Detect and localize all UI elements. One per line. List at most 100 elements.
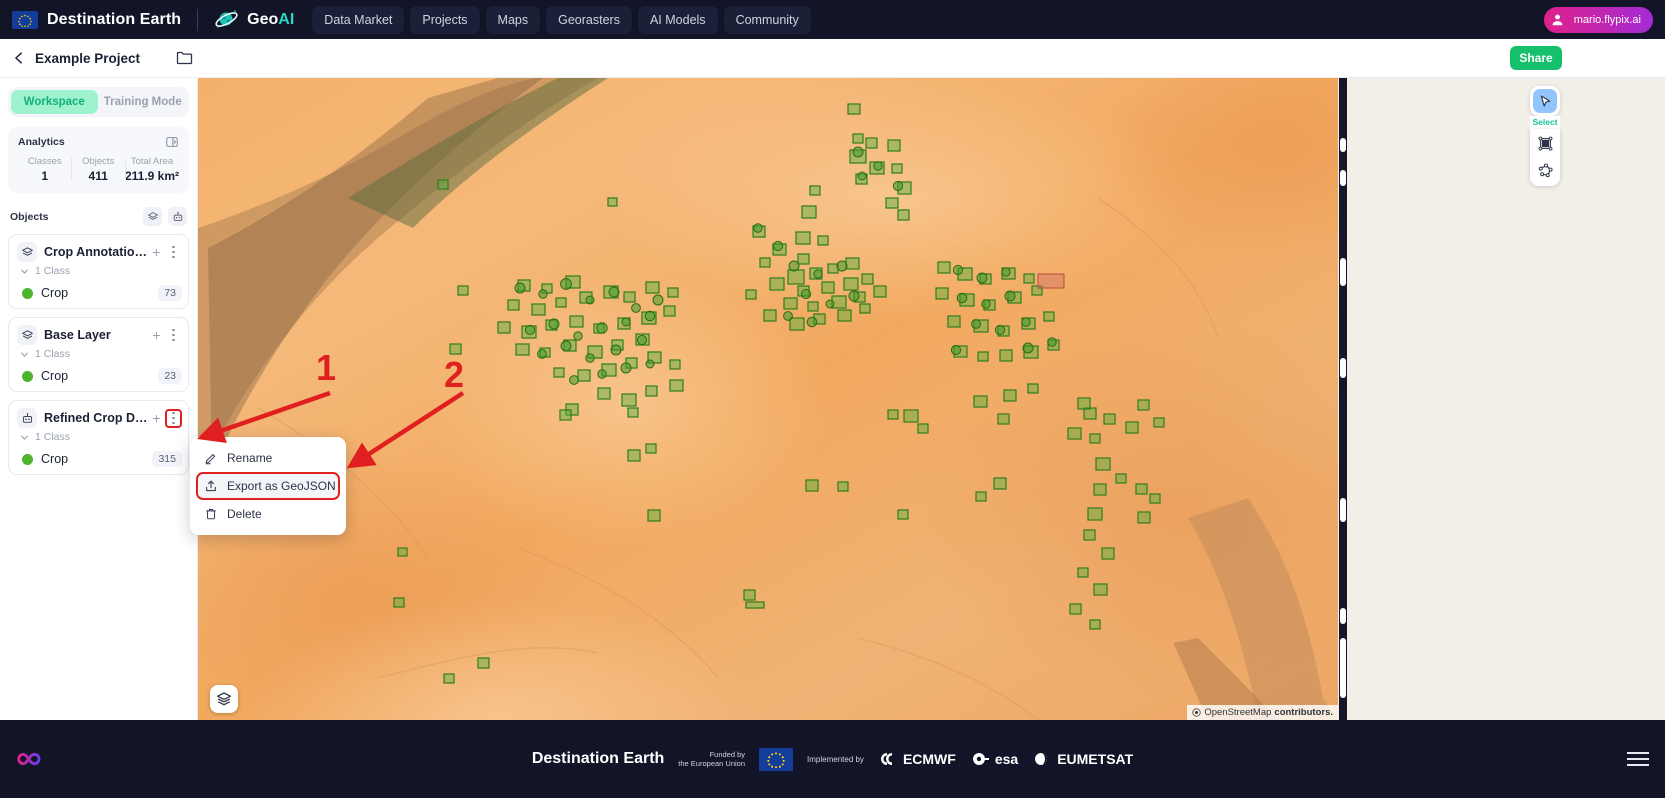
map-vertical-scrollbar[interactable] xyxy=(1339,78,1347,720)
class-count-badge: 23 xyxy=(158,368,182,384)
chevron-left-icon[interactable] xyxy=(12,51,26,65)
layer-card-crop-annotations[interactable]: Crop Annotations + 1 Class Crop 73 xyxy=(8,234,189,309)
layer-add-class-button[interactable]: + xyxy=(148,410,165,427)
app-root: Destination Earth GeoAI Data Market Proj… xyxy=(0,0,1665,798)
footer-org-ecmwf[interactable]: ECMWF xyxy=(878,751,956,767)
footer-brand: Destination Earth xyxy=(532,750,664,768)
tab-training-mode[interactable]: Training Mode xyxy=(100,90,187,114)
layer-card-base-layer[interactable]: Base Layer + 1 Class Crop 23 xyxy=(8,317,189,392)
map-attribution[interactable]: OpenStreetMap contributors. xyxy=(1187,705,1338,720)
nav-links: Data Market Projects Maps Georasters AI … xyxy=(312,6,810,34)
context-menu-item-delete[interactable]: Delete xyxy=(196,500,340,528)
stat-classes-label: Classes xyxy=(18,156,71,167)
footer-org-esa[interactable]: esa xyxy=(970,751,1018,767)
class-row[interactable]: Crop 315 xyxy=(17,451,182,467)
project-header: Example Project xyxy=(0,39,198,78)
layer-class-toggle[interactable]: 1 Class xyxy=(17,348,182,360)
eu-flag-icon xyxy=(12,11,38,29)
map-layers-button[interactable] xyxy=(210,685,238,713)
footer-org-label: esa xyxy=(995,751,1018,767)
layer-card-refined-crop-detector[interactable]: Refined Crop Detector + 1 Class Crop 315 xyxy=(8,400,189,475)
layer-card-header: Refined Crop Detector + xyxy=(17,408,182,428)
layer-name: Refined Crop Detector xyxy=(44,411,148,425)
layer-class-toggle[interactable]: 1 Class xyxy=(17,431,182,443)
class-row[interactable]: Crop 23 xyxy=(17,368,182,384)
map-background-right xyxy=(1338,78,1665,720)
panel-toggle-icon[interactable] xyxy=(165,135,179,149)
footer-center-group: Destination Earth Funded by the European… xyxy=(0,748,1665,771)
class-name: Crop xyxy=(41,369,158,383)
analytics-header: Analytics xyxy=(18,135,179,149)
tab-workspace[interactable]: Workspace xyxy=(11,90,98,114)
nav-divider xyxy=(197,9,198,31)
hamburger-icon[interactable] xyxy=(1627,752,1649,766)
objects-actions xyxy=(143,207,187,226)
geoai-logo-group[interactable]: GeoAI xyxy=(214,7,294,33)
nav-link-maps[interactable]: Maps xyxy=(486,6,541,34)
bounding-box-icon xyxy=(1538,136,1553,151)
footer-org-eumetsat[interactable]: EUMETSAT xyxy=(1032,751,1133,767)
stat-classes: Classes 1 xyxy=(18,156,71,183)
upload-icon xyxy=(204,479,218,493)
footer-org-label: ECMWF xyxy=(903,751,956,767)
attribution-prefix: OpenStreetMap xyxy=(1204,707,1271,718)
add-detector-button[interactable] xyxy=(168,207,187,226)
map-canvas[interactable]: OpenStreetMap contributors. xyxy=(198,78,1338,720)
mode-switch: Workspace Training Mode xyxy=(8,87,189,117)
folder-icon[interactable] xyxy=(175,48,195,68)
analytics-panel: Analytics Classes 1 Objects 411 Total Ar xyxy=(8,127,189,193)
layer-add-class-button[interactable]: + xyxy=(148,244,165,261)
annotation-number-2: 2 xyxy=(444,357,464,393)
polygon-icon xyxy=(1538,163,1553,178)
user-menu-button[interactable]: mario.flypix.ai xyxy=(1544,7,1653,33)
copyright-icon xyxy=(1192,708,1201,717)
share-button[interactable]: Share xyxy=(1510,46,1562,70)
layer-card-header: Base Layer + xyxy=(17,325,182,345)
footer-funded-line2: the European Union xyxy=(678,759,745,768)
class-row[interactable]: Crop 73 xyxy=(17,285,182,301)
add-layer-group-button[interactable] xyxy=(143,207,162,226)
layer-options-kebab[interactable] xyxy=(165,409,182,428)
layer-card-header: Crop Annotations + xyxy=(17,242,182,262)
layer-class-count: 1 Class xyxy=(35,348,70,360)
context-menu-item-export-as-geojson[interactable]: Export as GeoJSON xyxy=(196,472,340,500)
layer-options-kebab[interactable] xyxy=(165,326,182,345)
cursor-select-tool-button[interactable] xyxy=(1533,89,1557,113)
footer-funded-line1: Funded by xyxy=(678,750,745,759)
context-menu-item-rename[interactable]: Rename xyxy=(196,444,340,472)
class-color-dot xyxy=(22,454,33,465)
nav-link-georasters[interactable]: Georasters xyxy=(546,6,632,34)
nav-link-community[interactable]: Community xyxy=(724,6,811,34)
polygon-tool-button[interactable] xyxy=(1533,158,1557,182)
satellite-imagery xyxy=(198,78,1338,720)
class-count-badge: 73 xyxy=(158,285,182,301)
layer-class-toggle[interactable]: 1 Class xyxy=(17,265,182,277)
nav-link-projects[interactable]: Projects xyxy=(410,6,479,34)
robot-icon xyxy=(17,408,37,428)
brand-title: Destination Earth xyxy=(47,11,181,29)
layer-name: Base Layer xyxy=(44,328,148,342)
layer-name: Crop Annotations xyxy=(44,245,148,259)
bounding-box-tool-button[interactable] xyxy=(1533,131,1557,155)
footer-funded-text: Funded by the European Union xyxy=(678,750,745,769)
username-label: mario.flypix.ai xyxy=(1574,14,1641,26)
context-menu-label: Delete xyxy=(227,507,262,521)
layer-options-kebab[interactable] xyxy=(165,243,182,262)
nav-link-ai-models[interactable]: AI Models xyxy=(638,6,718,34)
geoai-ai-text: AI xyxy=(278,11,294,28)
shape-tools-card xyxy=(1530,129,1560,186)
footer-org-label: EUMETSAT xyxy=(1057,751,1133,767)
class-name: Crop xyxy=(41,452,152,466)
stat-objects: Objects 411 xyxy=(71,156,124,183)
stat-total-area: Total Area 211.9 km² xyxy=(125,156,179,183)
nav-link-data-market[interactable]: Data Market xyxy=(312,6,404,34)
map-tools-toolbar: Select xyxy=(1530,86,1560,186)
cursor-icon xyxy=(1538,94,1553,109)
class-color-dot xyxy=(22,288,33,299)
layers-stack-icon xyxy=(216,691,232,707)
planet-icon xyxy=(214,7,240,33)
esa-logo-icon xyxy=(970,751,990,767)
stat-objects-label: Objects xyxy=(71,156,124,167)
pencil-icon xyxy=(204,451,218,465)
layer-add-class-button[interactable]: + xyxy=(148,327,165,344)
